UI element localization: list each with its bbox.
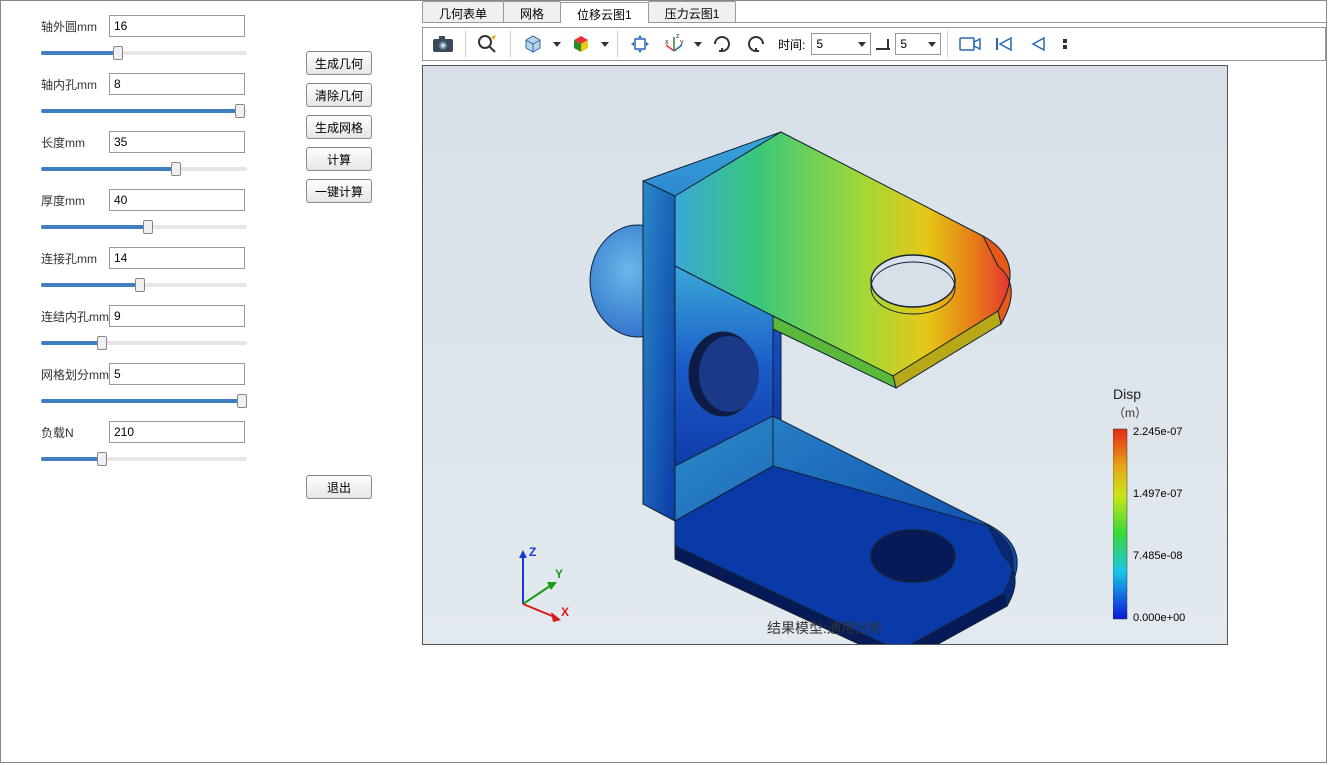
time-value-combo[interactable]: 5 <box>811 33 871 55</box>
time-step-combo[interactable]: 5 <box>895 33 941 55</box>
param-slider-5[interactable] <box>41 333 247 351</box>
colorbar: Disp （m） 2.245e-07 <box>1113 386 1213 625</box>
param-label: 厚度mm <box>41 192 109 209</box>
time-end-icon[interactable] <box>873 30 893 58</box>
separator <box>947 31 948 57</box>
param-row-1: 轴内孔mm <box>41 73 251 119</box>
param-input-1[interactable] <box>109 73 245 95</box>
play-back-icon[interactable] <box>1022 30 1054 58</box>
clear-geometry-button[interactable]: 清除几何 <box>306 83 372 107</box>
svg-text:X: X <box>561 605 569 619</box>
svg-text:x: x <box>665 39 669 46</box>
tab-2[interactable]: 位移云图1 <box>560 2 649 23</box>
param-row-3: 厚度mm <box>41 189 251 235</box>
param-label: 长度mm <box>41 134 109 151</box>
param-label: 负载N <box>41 424 109 441</box>
param-row-2: 长度mm <box>41 131 251 177</box>
svg-text:1.497e-07: 1.497e-07 <box>1133 488 1183 500</box>
time-label: 时间: <box>778 36 805 53</box>
separator <box>465 31 466 57</box>
pan-icon[interactable] <box>624 30 656 58</box>
colorbar-unit: （m） <box>1113 404 1213 421</box>
param-label: 轴外圆mm <box>41 18 109 35</box>
tab-1[interactable]: 网格 <box>503 1 561 22</box>
svg-text:y: y <box>680 39 684 46</box>
param-slider-2[interactable] <box>41 159 247 177</box>
exit-button[interactable]: 退出 <box>306 475 372 499</box>
dropdown-arrow-icon[interactable] <box>692 30 704 58</box>
viewport-toolbar: zxy 时间: 5 5 <box>422 27 1326 61</box>
svg-text:Z: Z <box>529 545 536 559</box>
param-input-6[interactable] <box>109 363 245 385</box>
param-label: 轴内孔mm <box>41 76 109 93</box>
one-click-compute-button[interactable]: 一键计算 <box>306 179 372 203</box>
param-input-3[interactable] <box>109 189 245 211</box>
separator <box>617 31 618 57</box>
camera-icon[interactable] <box>427 30 459 58</box>
param-input-7[interactable] <box>109 421 245 443</box>
param-input-5[interactable] <box>109 305 245 327</box>
svg-text:Y: Y <box>555 567 563 581</box>
param-slider-1[interactable] <box>41 101 247 119</box>
param-row-5: 连结内孔mm <box>41 305 251 351</box>
param-label: 连接孔mm <box>41 250 109 267</box>
axis-xyz-icon[interactable]: zxy <box>658 30 690 58</box>
generate-geometry-button[interactable]: 生成几何 <box>306 51 372 75</box>
svg-text:0.000e+00: 0.000e+00 <box>1133 612 1185 624</box>
param-input-4[interactable] <box>109 247 245 269</box>
svg-text:2.245e-07: 2.245e-07 <box>1133 426 1183 438</box>
time-step: 5 <box>900 37 907 51</box>
param-row-4: 连接孔mm <box>41 247 251 293</box>
param-slider-7[interactable] <box>41 449 247 467</box>
dropdown-arrow-icon[interactable] <box>551 30 563 58</box>
zoom-selection-icon[interactable] <box>472 30 504 58</box>
param-slider-4[interactable] <box>41 275 247 293</box>
tab-3[interactable]: 压力云图1 <box>648 1 737 22</box>
cube-solid-icon[interactable] <box>517 30 549 58</box>
param-input-2[interactable] <box>109 131 245 153</box>
axis-gizmo: Z Y X <box>503 544 583 624</box>
time-value: 5 <box>816 37 823 51</box>
colorbar-title: Disp <box>1113 386 1213 402</box>
param-slider-0[interactable] <box>41 43 247 61</box>
svg-text:7.485e-08: 7.485e-08 <box>1133 550 1183 562</box>
compute-button[interactable]: 计算 <box>306 147 372 171</box>
generate-mesh-button[interactable]: 生成网格 <box>306 115 372 139</box>
cube-color-icon[interactable] <box>565 30 597 58</box>
param-label: 网格划分mm <box>41 366 109 383</box>
tab-0[interactable]: 几何表单 <box>422 1 504 22</box>
dropdown-arrow-icon[interactable] <box>599 30 611 58</box>
param-row-7: 负载N <box>41 421 251 467</box>
more-icon[interactable] <box>1056 30 1074 58</box>
param-label: 连结内孔mm <box>41 308 109 325</box>
param-row-6: 网格划分mm <box>41 363 251 409</box>
rotate-cw-icon[interactable] <box>706 30 738 58</box>
separator <box>510 31 511 57</box>
param-row-0: 轴外圆mm <box>41 15 251 61</box>
video-camera-icon[interactable] <box>954 30 986 58</box>
param-input-0[interactable] <box>109 15 245 37</box>
model-title: 结果模型:通用分析 <box>423 618 1227 638</box>
skip-back-icon[interactable] <box>988 30 1020 58</box>
rotate-ccw-icon[interactable] <box>740 30 772 58</box>
viewport-3d[interactable]: Z Y X 结果模型:通用分析 Disp （m） <box>422 65 1228 645</box>
param-slider-3[interactable] <box>41 217 247 235</box>
param-slider-6[interactable] <box>41 391 247 409</box>
